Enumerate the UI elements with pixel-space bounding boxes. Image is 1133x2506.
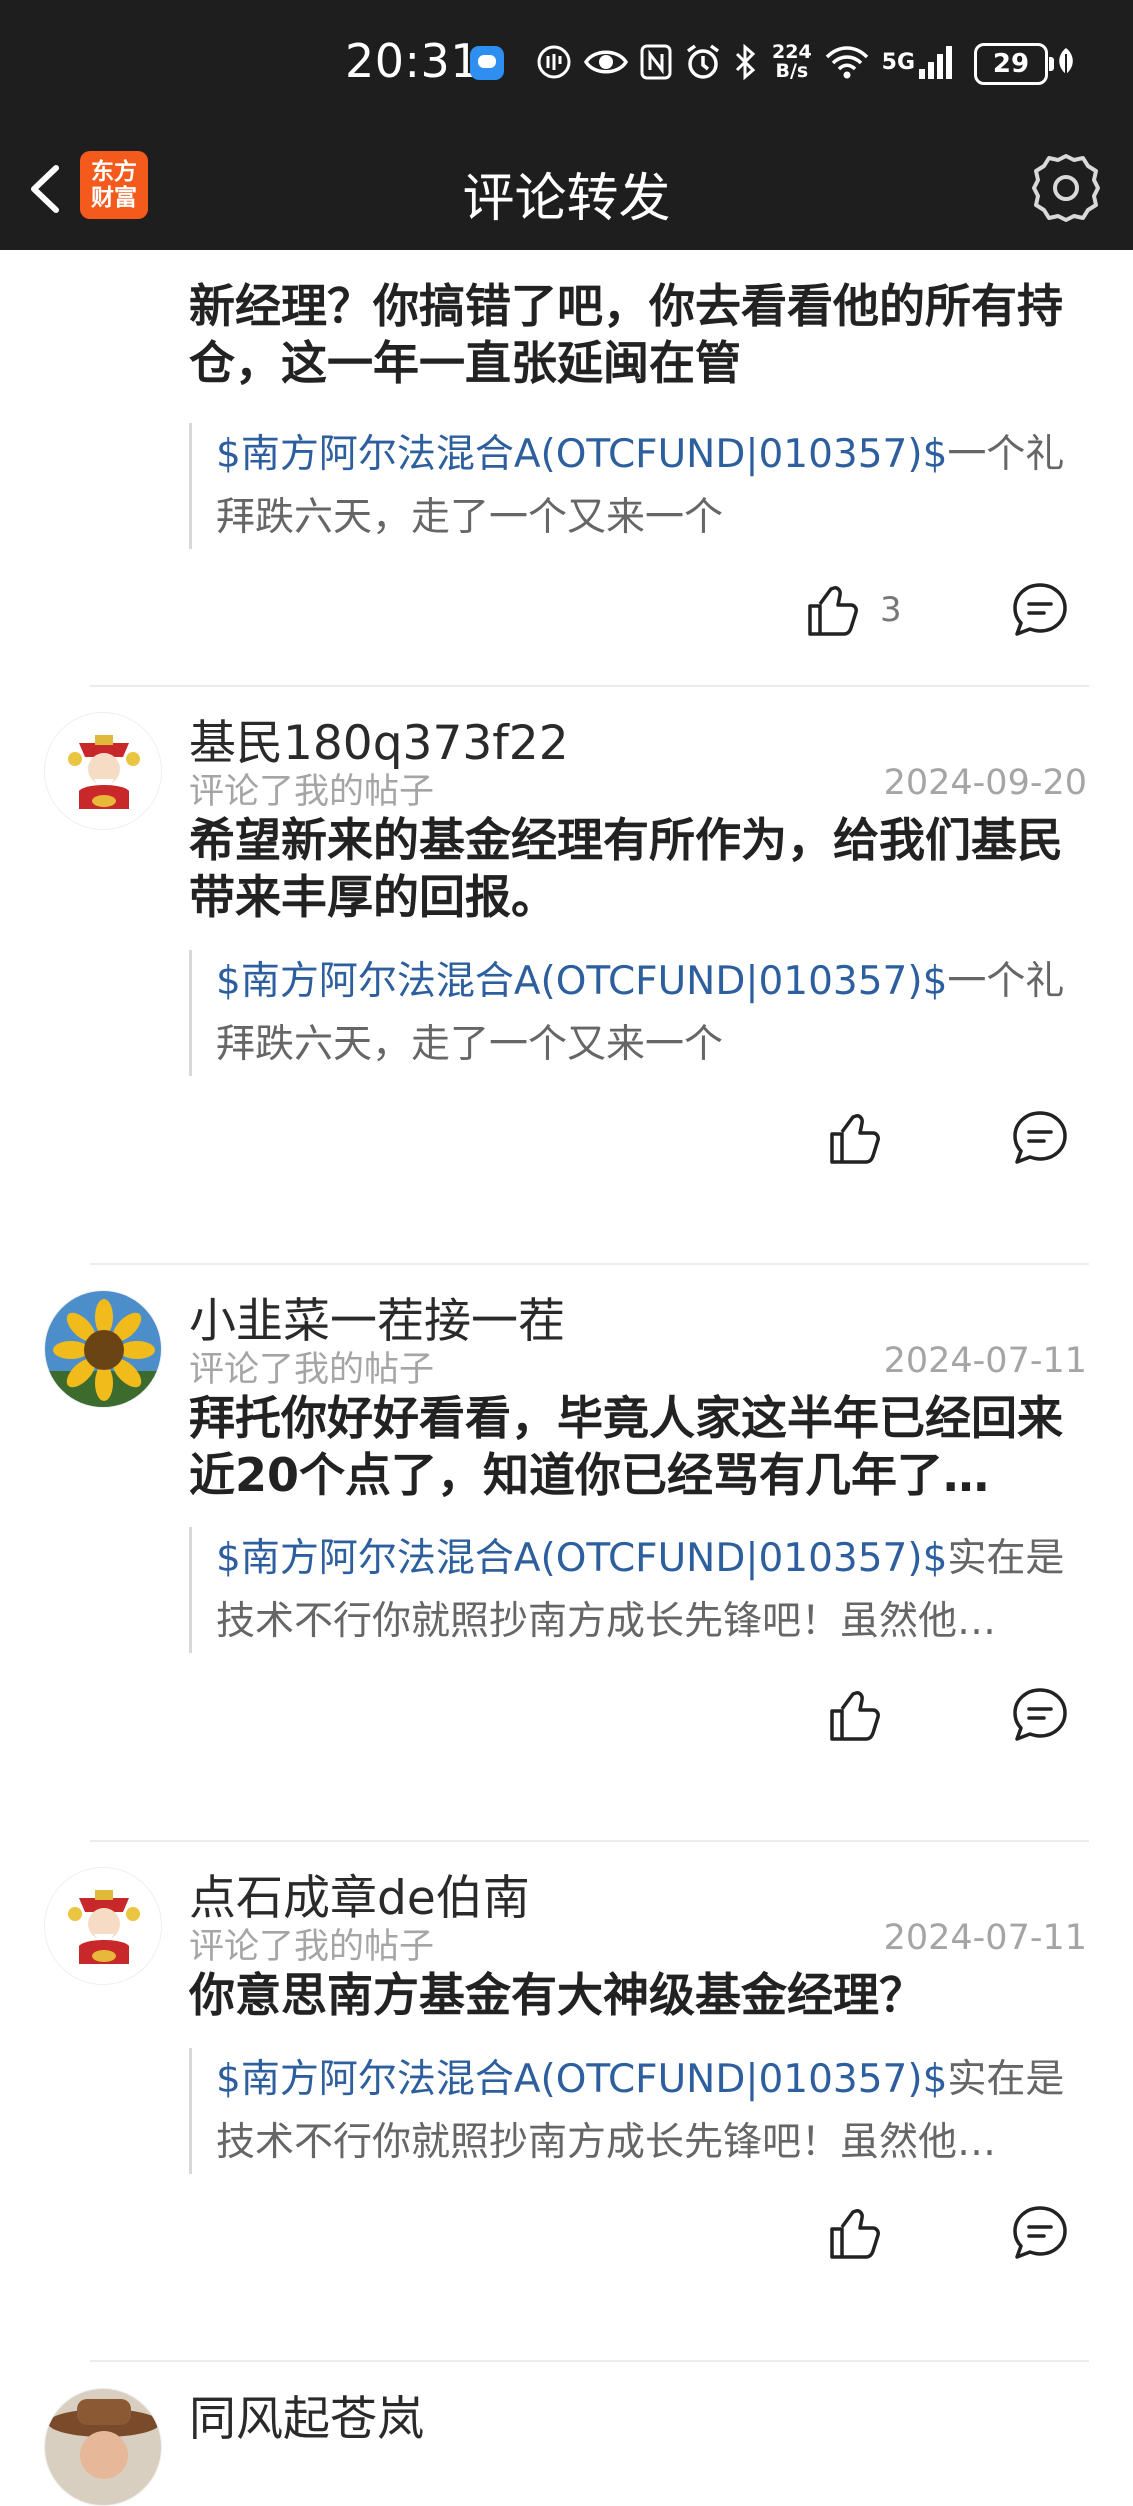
comment-text: 新经理？你搞错了吧，你去看看他的所有持仓，这一年一直张延闽在管 xyxy=(189,279,1063,390)
fund-link[interactable]: $南方阿尔法混合A(OTCFUND|010357)$ xyxy=(216,1536,947,1581)
comment-text: 你意思南方基金有大神级基金经理？ xyxy=(189,1968,925,2022)
battery-icon: 29 xyxy=(974,43,1054,85)
quote-text: 一个礼 xyxy=(947,432,1065,477)
sunflower-avatar xyxy=(45,1291,161,1407)
thumbs-up-icon[interactable] xyxy=(824,2203,884,2263)
quote-text: 实在是 xyxy=(947,1536,1065,1581)
reply-bubble-icon[interactable] xyxy=(1010,1685,1070,1745)
divider xyxy=(90,1840,1089,1842)
comment-text: 希望新来的基金经理有所作为，给我们基民带来丰厚的回报。 xyxy=(189,813,1063,924)
status-icons: 224 B/s 5G xyxy=(536,36,967,88)
leaf-icon xyxy=(1059,48,1073,75)
status-bar: 20:31 224 B/s 5G 29 xyxy=(0,0,1133,128)
quoted-post[interactable]: $南方阿尔法混合A(OTCFUND|010357)$一个礼 拜跌六天，走了一个又… xyxy=(189,423,1089,549)
fund-link[interactable]: $南方阿尔法混合A(OTCFUND|010357)$ xyxy=(216,2057,947,2102)
quote-text-line2: 拜跌六天，走了一个又来一个 xyxy=(216,495,724,540)
post-date: 2024-07-11 xyxy=(883,1918,1087,1958)
quote-text-line2: 技术不行你就照抄南方成长先锋吧！虽然他… xyxy=(216,2120,997,2165)
quote-text: 实在是 xyxy=(947,2057,1065,2102)
cowboy-hat-avatar xyxy=(45,2389,161,2505)
net-speed-unit: B/s xyxy=(775,60,809,82)
comment-text: 拜托你好好看看，毕竟人家这半年已经回来近20个点了，知道你已经骂有几年了… xyxy=(189,1391,1063,1502)
message-app-icon xyxy=(470,46,504,80)
action-text: 评论了我的帖子 xyxy=(189,1927,435,1967)
post-date: 2024-07-11 xyxy=(883,1341,1087,1381)
wifi-icon xyxy=(824,44,870,80)
thumbs-up-icon[interactable] xyxy=(824,1108,884,1168)
eye-icon xyxy=(584,46,628,78)
thumbs-up-icon[interactable] xyxy=(802,580,862,640)
page-title: 评论转发 xyxy=(462,169,671,229)
reply-bubble-icon[interactable] xyxy=(1010,2203,1070,2263)
quote-text-line2: 技术不行你就照抄南方成长先锋吧！虽然他… xyxy=(216,1599,997,1644)
caishen-avatar xyxy=(45,1868,161,1984)
user-avatar[interactable] xyxy=(44,1290,162,1408)
action-text: 评论了我的帖子 xyxy=(189,1350,435,1390)
status-time: 20:31 xyxy=(345,34,481,88)
like-count: 3 xyxy=(880,590,902,630)
user-avatar[interactable] xyxy=(44,2388,162,2506)
network-type: 5G xyxy=(881,49,916,75)
thumbs-up-icon[interactable] xyxy=(824,1685,884,1745)
gear-icon[interactable] xyxy=(1028,150,1104,226)
nfc-icon xyxy=(640,44,672,80)
title-bar: 东方 财富 评论转发 xyxy=(0,128,1133,250)
divider xyxy=(90,2360,1089,2362)
divider xyxy=(90,1263,1089,1265)
quoted-post[interactable]: $南方阿尔法混合A(OTCFUND|010357)$一个礼 拜跌六天，走了一个又… xyxy=(189,950,1089,1076)
user-avatar[interactable] xyxy=(44,1867,162,1985)
net-speed: 224 B/s xyxy=(772,43,812,81)
reply-bubble-icon[interactable] xyxy=(1010,1108,1070,1168)
quote-text: 一个礼 xyxy=(947,959,1065,1004)
caishen-avatar xyxy=(45,713,161,829)
user-avatar[interactable] xyxy=(44,712,162,830)
fund-link[interactable]: $南方阿尔法混合A(OTCFUND|010357)$ xyxy=(216,432,947,477)
action-text: 评论了我的帖子 xyxy=(189,772,435,812)
quoted-post[interactable]: $南方阿尔法混合A(OTCFUND|010357)$实在是 技术不行你就照抄南方… xyxy=(189,2048,1089,2174)
nfc-like-icon xyxy=(536,44,572,80)
alarm-icon xyxy=(684,43,722,81)
signal-icon xyxy=(919,45,955,79)
post-date: 2024-09-20 xyxy=(883,763,1087,803)
reply-bubble-icon[interactable] xyxy=(1010,580,1070,640)
divider xyxy=(90,685,1089,687)
quoted-post[interactable]: $南方阿尔法混合A(OTCFUND|010357)$实在是 技术不行你就照抄南方… xyxy=(189,1527,1089,1653)
bluetooth-icon xyxy=(734,44,756,80)
fund-link[interactable]: $南方阿尔法混合A(OTCFUND|010357)$ xyxy=(216,959,947,1004)
username[interactable]: 同风起苍岚 xyxy=(189,2380,424,2449)
quote-text-line2: 拜跌六天，走了一个又来一个 xyxy=(216,1022,724,1067)
